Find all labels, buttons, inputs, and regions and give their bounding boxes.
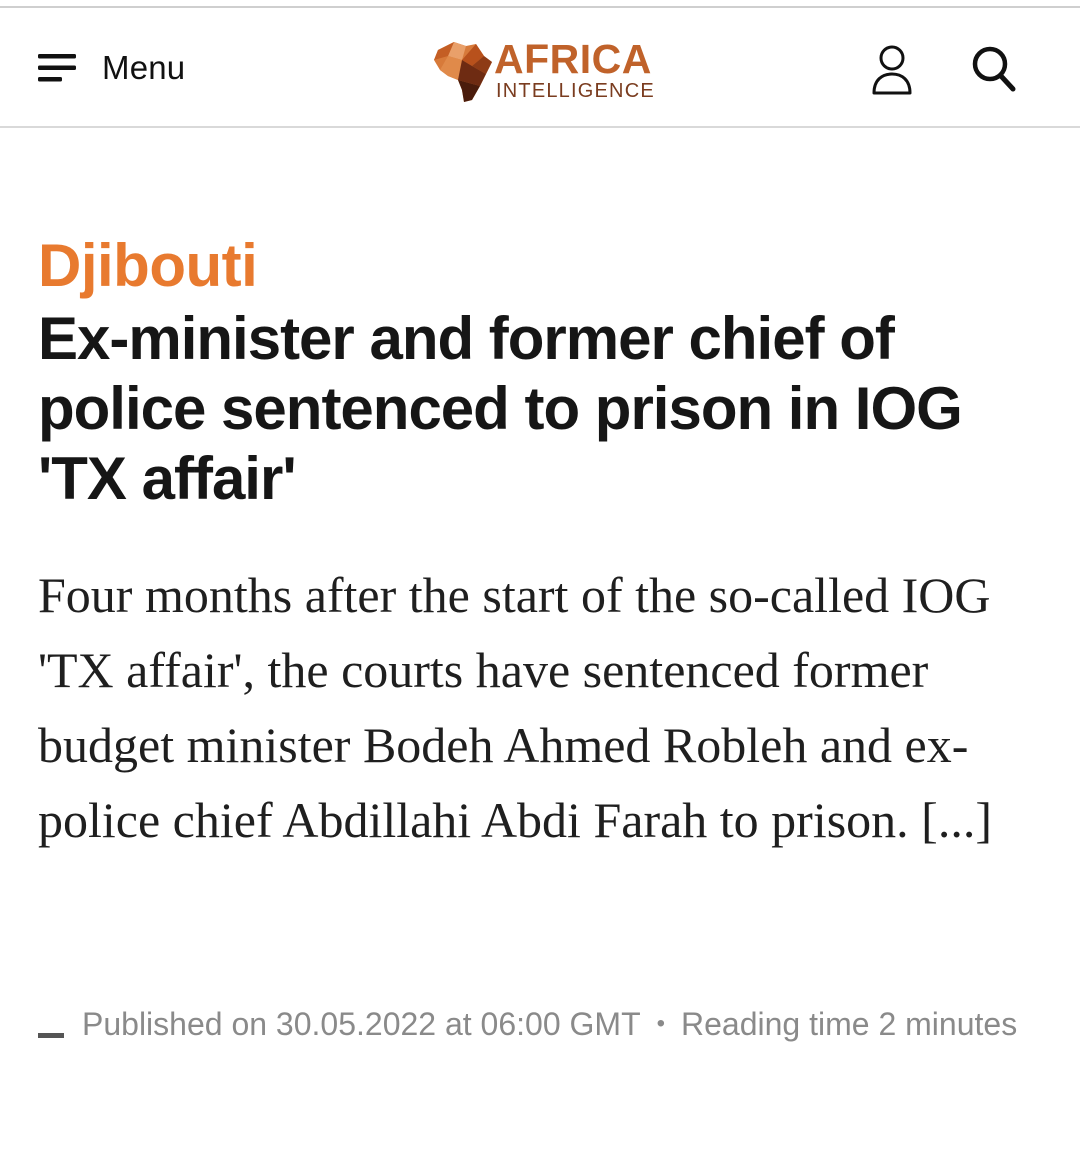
- site-header: Menu AFRICA INTELLIGENCE: [0, 10, 1080, 128]
- menu-button[interactable]: Menu: [38, 46, 185, 90]
- article-kicker[interactable]: Djibouti: [38, 230, 1038, 302]
- top-rule: [0, 0, 1080, 8]
- meta-separator: •: [656, 1010, 666, 1037]
- hamburger-icon: [38, 54, 76, 82]
- site-logo[interactable]: AFRICA INTELLIGENCE: [432, 36, 655, 104]
- logo-wordmark: AFRICA: [494, 36, 652, 82]
- search-icon[interactable]: [970, 44, 1018, 96]
- article-headline[interactable]: Ex-minister and former chief of police s…: [38, 304, 998, 514]
- article-meta: Published on 30.05.2022 at 06:00 GMT • R…: [38, 1004, 1048, 1044]
- user-icon[interactable]: [870, 44, 914, 96]
- logo-subtitle: INTELLIGENCE: [496, 80, 655, 102]
- reading-time: Reading time 2 minutes: [681, 1005, 1018, 1042]
- published-date: Published on 30.05.2022 at 06:00 GMT: [82, 1005, 641, 1042]
- article-lede: Four months after the start of the so-ca…: [38, 567, 992, 848]
- meta-dash-icon: [38, 1032, 64, 1038]
- article-teaser: Djibouti Ex-minister and former chief of…: [38, 230, 1038, 858]
- africa-continent-logo-icon: [434, 42, 492, 102]
- menu-label: Menu: [102, 49, 186, 86]
